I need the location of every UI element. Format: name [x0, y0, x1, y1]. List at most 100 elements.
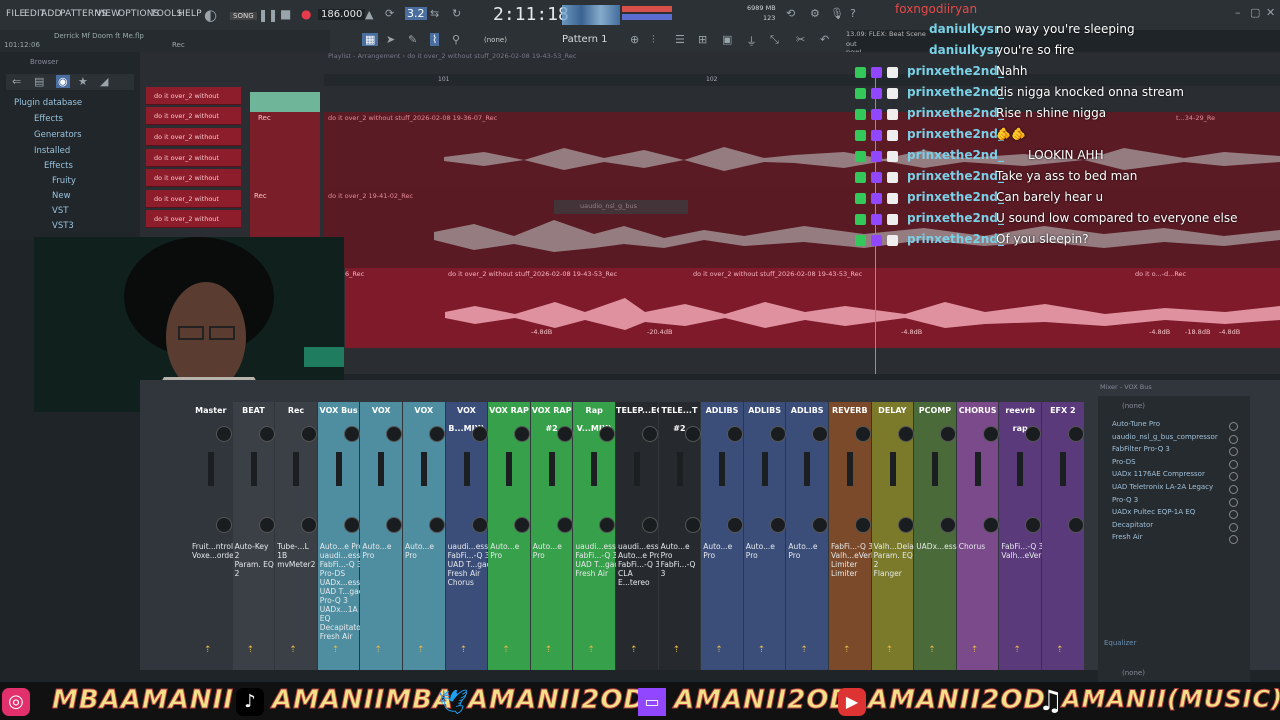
pan-knob[interactable]: [599, 426, 616, 442]
slot-toggle-icon[interactable]: [1229, 522, 1238, 532]
volume-fader[interactable]: [293, 452, 300, 486]
browser-icon[interactable]: ▣: [722, 33, 732, 46]
blend-icon[interactable]: ⇆: [430, 7, 439, 20]
fx-name[interactable]: Limiter: [831, 560, 876, 569]
fx-name[interactable]: Auto...e Pro: [661, 542, 701, 560]
pan-knob[interactable]: [855, 426, 871, 442]
mixer-strip[interactable]: VOX RAP #2 Auto...e Pro ⇡: [530, 402, 573, 670]
fx-slot[interactable]: Fresh Air: [1098, 533, 1250, 545]
fx-name[interactable]: Auto...e Pro: [788, 542, 828, 560]
pan-knob[interactable]: [897, 426, 914, 442]
link-icon[interactable]: ⤡: [770, 33, 779, 47]
volume-fader[interactable]: [548, 452, 555, 486]
snap-icon[interactable]: ⚲: [452, 33, 460, 46]
send-arrow-icon[interactable]: ⇡: [673, 645, 681, 655]
volume-fader[interactable]: [974, 452, 981, 486]
channel-rack-icon[interactable]: ☰: [675, 33, 685, 46]
send-arrow-icon[interactable]: ⇡: [247, 645, 255, 655]
slot-toggle-icon[interactable]: [1229, 447, 1238, 457]
send-arrow-icon[interactable]: ⇡: [971, 645, 979, 655]
volume-fader[interactable]: [1060, 452, 1066, 486]
star-icon[interactable]: ★: [78, 75, 88, 88]
mixer-strip[interactable]: TELEP...ECT uaudi...essor Auto...e Pro FabF…: [616, 402, 668, 670]
fx-name[interactable]: Limiter: [831, 569, 876, 578]
fx-slot[interactable]: UADx Pultec EQP-1A EQ: [1098, 508, 1250, 520]
tree-fruity[interactable]: Fruity: [52, 176, 76, 186]
stereo-knob[interactable]: [258, 517, 275, 533]
tree-vst3[interactable]: VST3: [52, 221, 74, 231]
mixer-strip[interactable]: VOX B...MIX) uaudi...essor FabFi...-Q 3 UAD…: [445, 402, 496, 670]
send-arrow-icon[interactable]: ⇡: [502, 645, 510, 655]
fx-name[interactable]: Auto...e Pro: [405, 542, 445, 560]
track-header[interactable]: Rec Rec: [250, 112, 320, 238]
mixer-strip[interactable]: ADLIBS Auto...e Pro ⇡: [743, 402, 786, 670]
tree-effects[interactable]: Effects: [34, 114, 63, 124]
playlist-icon[interactable]: ▦: [362, 33, 379, 46]
tree-vst[interactable]: VST: [52, 206, 68, 216]
fx-name[interactable]: Auto...e Pro: [533, 542, 573, 560]
pan-knob[interactable]: [514, 426, 531, 442]
tree-plugin-database[interactable]: Plugin database: [14, 98, 82, 108]
fx-name[interactable]: Valh...eVerb: [831, 551, 876, 560]
volume-fader[interactable]: [932, 452, 939, 486]
record-mode-icon[interactable]: ◐: [204, 6, 217, 24]
mixer-strip[interactable]: EFX 2 ⇡: [1042, 402, 1084, 670]
channel-row[interactable]: do it over_2 without: [146, 149, 241, 167]
pan-knob[interactable]: [982, 426, 999, 442]
fx-name[interactable]: Param. EQ 2: [874, 551, 919, 569]
pencil-icon[interactable]: ✎: [408, 33, 417, 46]
refresh-icon[interactable]: ⟲: [786, 7, 795, 20]
arrow-icon[interactable]: ➤: [386, 33, 395, 46]
mixer-strip[interactable]: Rap V...MIX) uaudi...essor FabFi...-Q 3 UAD…: [573, 402, 624, 670]
pan-knob[interactable]: [216, 426, 232, 442]
fx-slot[interactable]: Pro-DS: [1098, 458, 1250, 470]
pattern-select[interactable]: Pattern 1: [562, 34, 608, 45]
menu-add[interactable]: ADD: [41, 9, 62, 19]
fx-name[interactable]: Auto...e Pro: [746, 542, 786, 560]
volume-fader[interactable]: [676, 452, 683, 486]
slot-toggle-icon[interactable]: [1229, 459, 1238, 469]
mixer-strip[interactable]: reevrb rap FabFi...-Q 3 Valh...eVerb ⇡: [999, 402, 1046, 670]
mixer-strip[interactable]: PCOMP UADx...essor ⇡: [914, 402, 964, 670]
send-arrow-icon[interactable]: ⇡: [204, 645, 212, 655]
pan-knob[interactable]: [812, 426, 829, 442]
menu-help[interactable]: HELP: [178, 9, 202, 19]
pan-knob[interactable]: [1025, 426, 1042, 442]
send-arrow-icon[interactable]: ⇡: [289, 645, 297, 655]
fx-name[interactable]: FabFi...-Q 3: [831, 542, 876, 551]
stereo-knob[interactable]: [982, 517, 999, 533]
mixer-strip[interactable]: Master Fruit...ntrole Voxe...order ⇡: [190, 402, 238, 670]
pan-knob[interactable]: [727, 426, 744, 442]
fx-slot[interactable]: Auto-Tune Pro: [1098, 420, 1250, 432]
fx-name[interactable]: Param. EQ 2: [235, 560, 275, 578]
send-arrow-icon[interactable]: ⇡: [758, 645, 766, 655]
fx-name[interactable]: mvMeter2: [277, 560, 317, 569]
fx-name[interactable]: FabFi...-Q 3: [1001, 542, 1046, 551]
slot-toggle-icon[interactable]: [1229, 422, 1238, 431]
volume-fader[interactable]: [335, 452, 342, 486]
volume-fader[interactable]: [847, 452, 853, 486]
mixer-icon[interactable]: ⫶: [652, 33, 655, 47]
tree-installed[interactable]: Installed: [34, 146, 70, 156]
stereo-knob[interactable]: [1068, 517, 1084, 533]
pan-knob[interactable]: [301, 426, 318, 442]
slot-toggle-icon[interactable]: [1229, 485, 1238, 494]
stereo-knob[interactable]: [599, 517, 616, 533]
fx-name[interactable]: Tube-...L 1B: [277, 542, 317, 560]
fx-name[interactable]: Auto-Key 2: [235, 542, 275, 560]
stereo-knob[interactable]: [1025, 517, 1042, 533]
mixer-strip[interactable]: TELE...T #2 Auto...e Pro FabFi...-Q 3 ⇡: [658, 402, 701, 670]
stop-icon[interactable]: ■: [280, 7, 291, 21]
loop-record-icon[interactable]: ↻: [452, 7, 461, 20]
fx-slot[interactable]: Pro-Q 3: [1098, 496, 1250, 508]
channel-row[interactable]: do it over_2 without: [146, 107, 241, 125]
plus-icon[interactable]: ⊕: [630, 33, 639, 46]
slot-toggle-icon[interactable]: [1229, 510, 1238, 520]
menu-view[interactable]: VIEW: [96, 9, 120, 19]
fx-name[interactable]: Fruit...ntrole: [192, 542, 238, 551]
stereo-knob[interactable]: [343, 517, 360, 533]
pan-knob[interactable]: [684, 426, 701, 442]
bottom-selector[interactable]: (none): [1122, 669, 1145, 677]
fx-name[interactable]: Flanger: [874, 569, 919, 578]
volume-fader[interactable]: [889, 452, 896, 486]
